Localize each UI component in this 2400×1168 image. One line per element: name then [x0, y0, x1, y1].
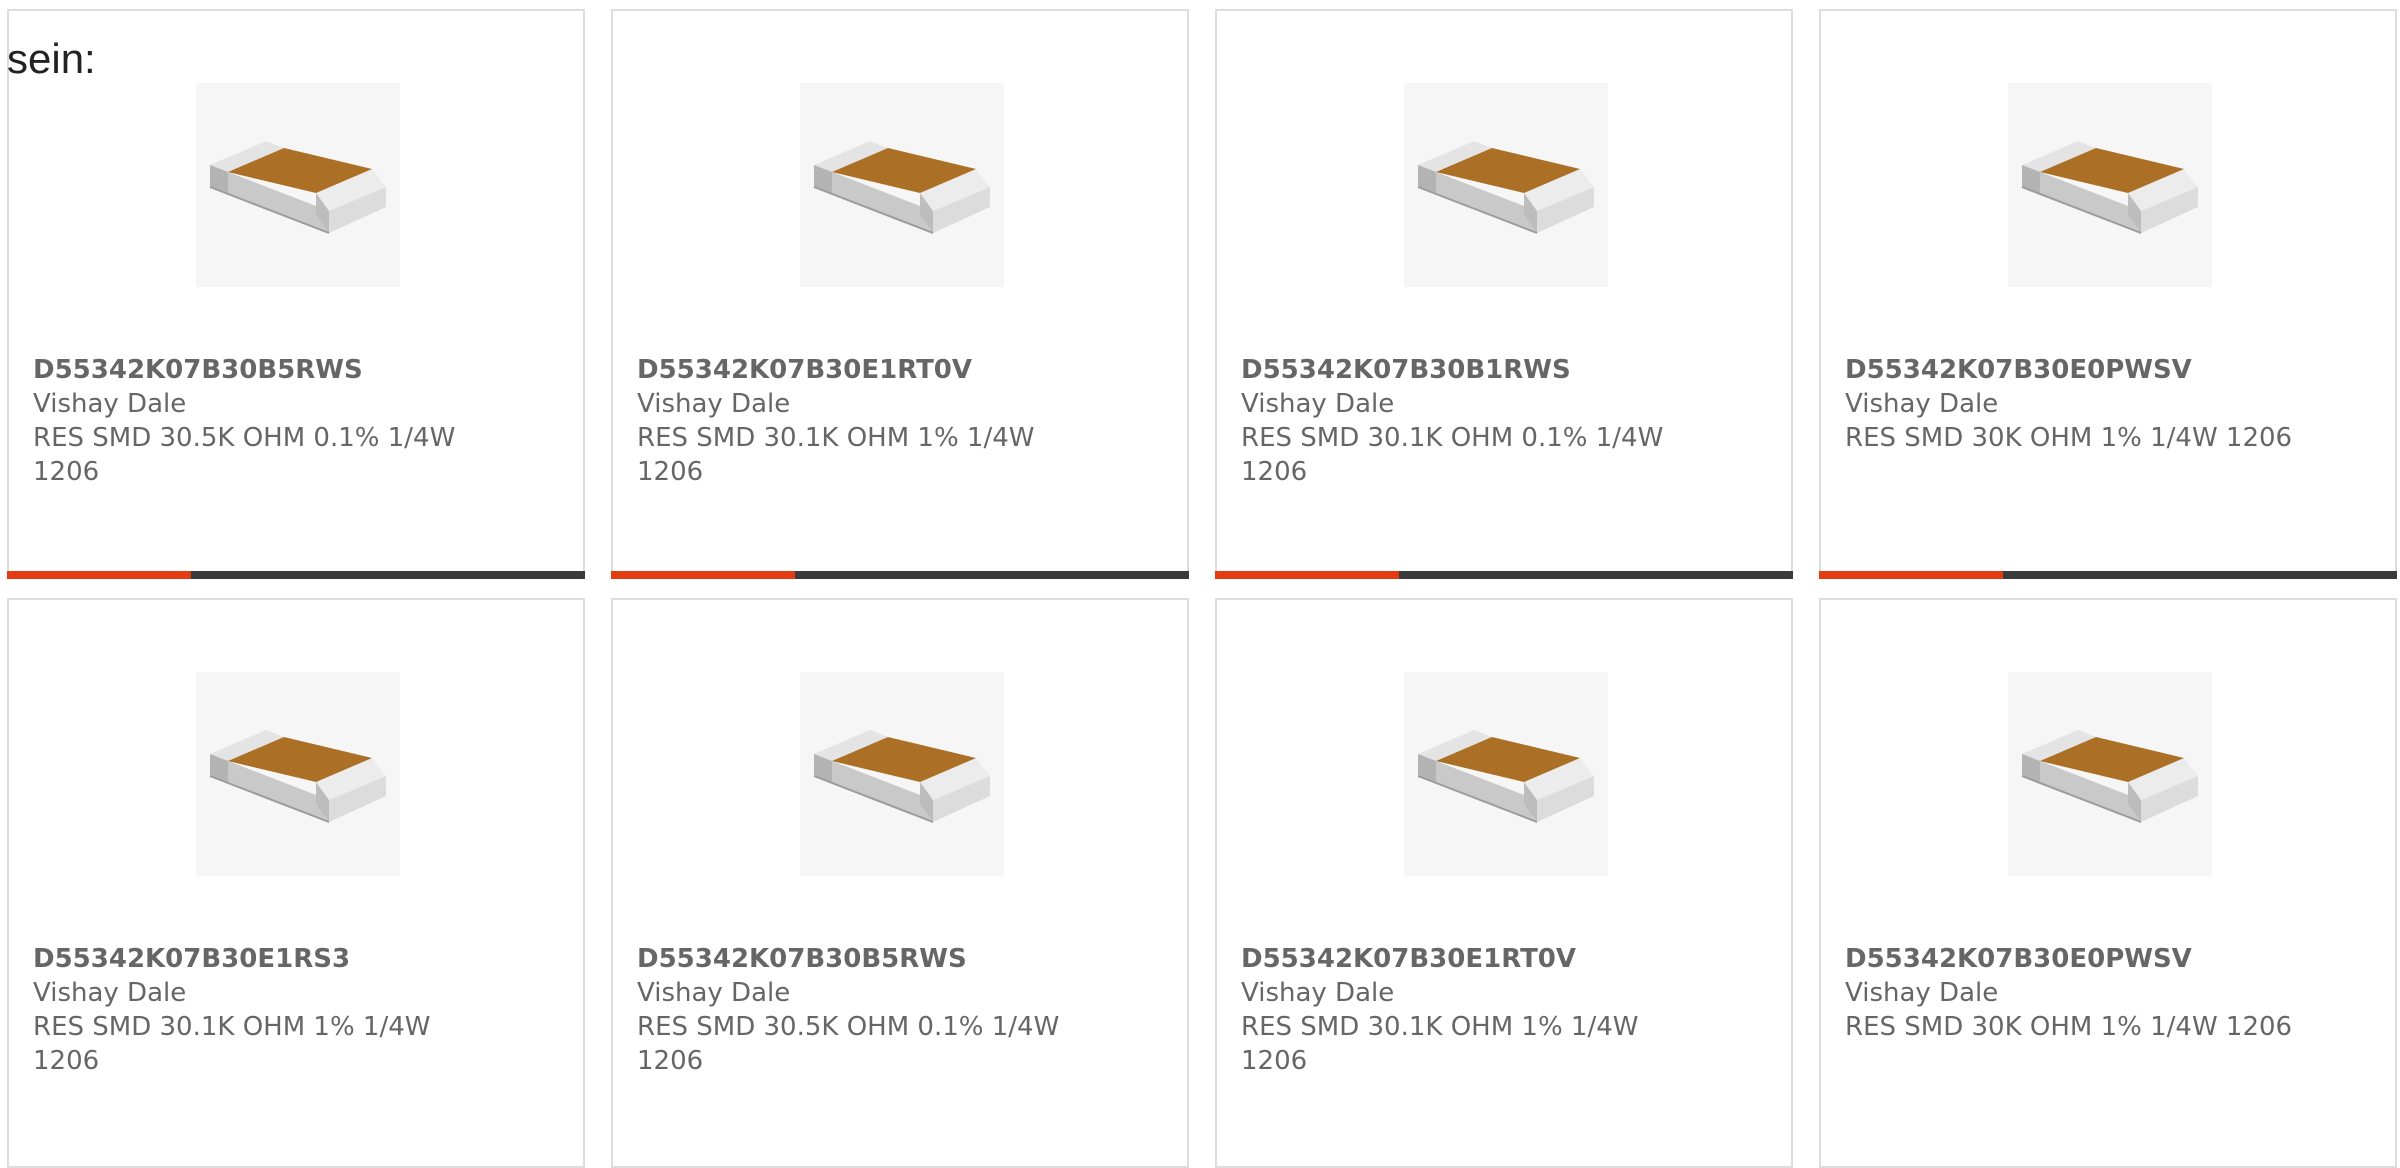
part-number-link[interactable]: D55342K07B30E0PWSV	[1845, 942, 2375, 976]
manufacturer-name: Vishay Dale	[33, 389, 187, 419]
part-number-link[interactable]: D55342K07B30E1RT0V	[637, 353, 1167, 387]
part-number-link[interactable]: D55342K07B30E1RS3	[33, 942, 563, 976]
product-card[interactable]: D55342K07B30B1RWS Vishay Dale RES SMD 30…	[1215, 9, 1793, 579]
product-info: D55342K07B30E0PWSV Vishay Dale RES SMD 3…	[1845, 942, 2375, 1044]
product-description: RES SMD 30.5K OHM 0.1% 1/4W 1206	[33, 423, 456, 487]
product-card[interactable]: D55342K07B30E1RS3 Vishay Dale RES SMD 30…	[7, 598, 585, 1168]
product-card[interactable]: D55342K07B30E0PWSV Vishay Dale RES SMD 3…	[1819, 9, 2397, 579]
product-card[interactable]: D55342K07B30B5RWS Vishay Dale RES SMD 30…	[611, 598, 1189, 1168]
part-number-link[interactable]: D55342K07B30E1RT0V	[1241, 942, 1771, 976]
manufacturer-name: Vishay Dale	[637, 389, 791, 419]
manufacturer-name: Vishay Dale	[33, 978, 187, 1008]
smd-resistor-image[interactable]	[2008, 672, 2212, 876]
smd-resistor-image[interactable]	[196, 672, 400, 876]
product-info: D55342K07B30E1RT0V Vishay Dale RES SMD 3…	[1241, 942, 1771, 1078]
product-description: RES SMD 30.5K OHM 0.1% 1/4W 1206	[637, 1012, 1060, 1076]
product-description: RES SMD 30K OHM 1% 1/4W 1206	[1845, 423, 2293, 453]
product-card[interactable]: D55342K07B30E0PWSV Vishay Dale RES SMD 3…	[1819, 598, 2397, 1168]
smd-resistor-image[interactable]	[800, 672, 1004, 876]
product-info: D55342K07B30B1RWS Vishay Dale RES SMD 30…	[1241, 353, 1771, 489]
product-card[interactable]: D55342K07B30E1RT0V Vishay Dale RES SMD 3…	[611, 9, 1189, 579]
product-description: RES SMD 30.1K OHM 0.1% 1/4W 1206	[1241, 423, 1664, 487]
card-accent-bar	[1215, 571, 1793, 579]
smd-resistor-image[interactable]	[800, 83, 1004, 287]
smd-resistor-image[interactable]	[1404, 83, 1608, 287]
smd-resistor-image[interactable]	[2008, 83, 2212, 287]
product-info: D55342K07B30E1RT0V Vishay Dale RES SMD 3…	[637, 353, 1167, 489]
manufacturer-name: Vishay Dale	[1845, 389, 1999, 419]
manufacturer-name: Vishay Dale	[1845, 978, 1999, 1008]
card-accent-bar-fill	[1819, 571, 2003, 579]
part-number-link[interactable]: D55342K07B30B5RWS	[637, 942, 1167, 976]
card-accent-bar	[611, 571, 1189, 579]
part-number-link[interactable]: D55342K07B30B5RWS	[33, 353, 563, 387]
product-card[interactable]: D55342K07B30E1RT0V Vishay Dale RES SMD 3…	[1215, 598, 1793, 1168]
product-info: D55342K07B30B5RWS Vishay Dale RES SMD 30…	[637, 942, 1167, 1078]
manufacturer-name: Vishay Dale	[637, 978, 791, 1008]
part-number-link[interactable]: D55342K07B30B1RWS	[1241, 353, 1771, 387]
manufacturer-name: Vishay Dale	[1241, 389, 1395, 419]
product-card[interactable]: D55342K07B30B5RWS Vishay Dale RES SMD 30…	[7, 9, 585, 579]
card-accent-bar-fill	[7, 571, 191, 579]
product-info: D55342K07B30E0PWSV Vishay Dale RES SMD 3…	[1845, 353, 2375, 455]
card-accent-bar-fill	[611, 571, 795, 579]
product-description: RES SMD 30.1K OHM 1% 1/4W 1206	[33, 1012, 431, 1076]
manufacturer-name: Vishay Dale	[1241, 978, 1395, 1008]
product-info: D55342K07B30E1RS3 Vishay Dale RES SMD 30…	[33, 942, 563, 1078]
intro-text: sein:	[7, 35, 96, 82]
smd-resistor-image[interactable]	[1404, 672, 1608, 876]
part-number-link[interactable]: D55342K07B30E0PWSV	[1845, 353, 2375, 387]
card-accent-bar	[1819, 571, 2397, 579]
smd-resistor-image[interactable]	[196, 83, 400, 287]
product-description: RES SMD 30.1K OHM 1% 1/4W 1206	[1241, 1012, 1639, 1076]
product-info: D55342K07B30B5RWS Vishay Dale RES SMD 30…	[33, 353, 563, 489]
card-accent-bar	[7, 571, 585, 579]
product-description: RES SMD 30.1K OHM 1% 1/4W 1206	[637, 423, 1035, 487]
product-description: RES SMD 30K OHM 1% 1/4W 1206	[1845, 1012, 2293, 1042]
card-accent-bar-fill	[1215, 571, 1399, 579]
